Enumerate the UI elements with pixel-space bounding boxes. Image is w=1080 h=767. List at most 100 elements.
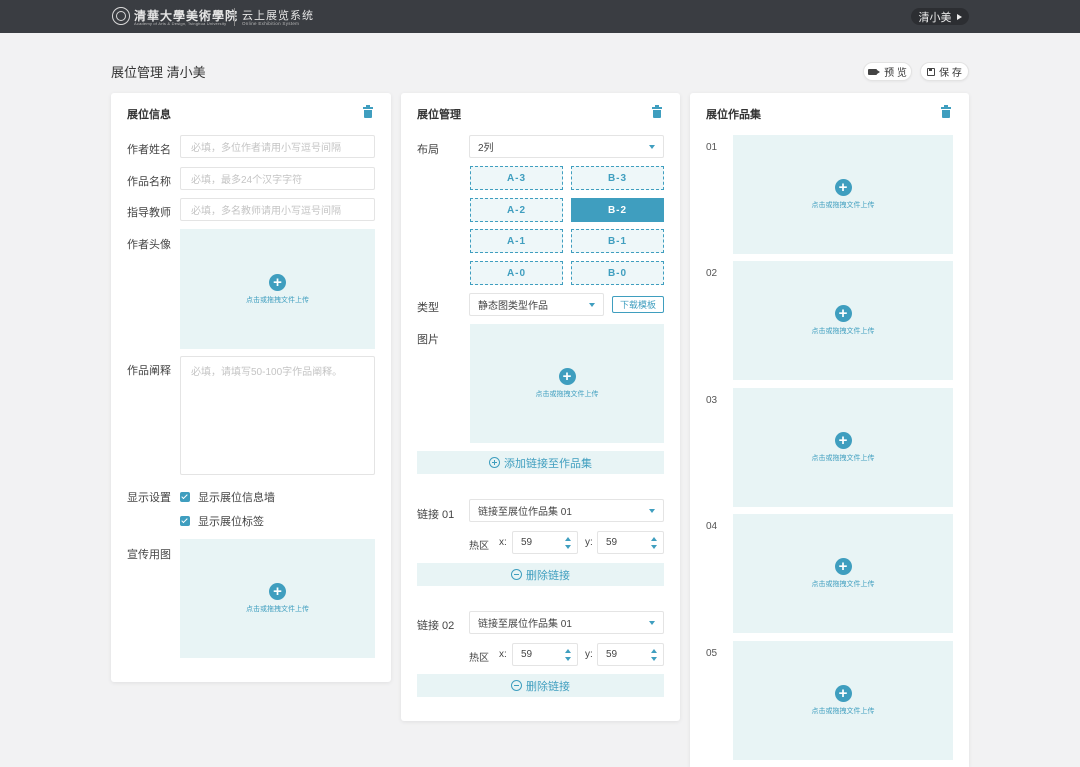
- upload-hint: 点击或拖拽文件上传: [246, 296, 309, 304]
- type-label: 类型: [417, 302, 439, 314]
- checkbox-checked-icon[interactable]: [180, 516, 190, 526]
- checkbox-checked-icon[interactable]: [180, 492, 190, 502]
- x-label: x:: [499, 537, 507, 548]
- save-button[interactable]: 保 存: [920, 62, 969, 81]
- display-info-wall-option[interactable]: 显示展位信息墙: [180, 489, 275, 505]
- university-seal-icon: [112, 7, 130, 25]
- link-01-delete-label: 删除链接: [526, 569, 570, 582]
- link-02-y-input[interactable]: 59: [597, 643, 664, 666]
- link-01-x-input[interactable]: 59: [512, 531, 578, 554]
- link-01-y-value: 59: [606, 537, 618, 548]
- upload-hint: 点击或拖拽文件上传: [246, 606, 309, 613]
- trash-icon[interactable]: [652, 105, 662, 118]
- promo-image-upload[interactable]: + 点击或拖拽文件上传: [180, 539, 375, 658]
- save-label: 保 存: [939, 68, 962, 79]
- plus-circle-icon: +: [558, 368, 576, 385]
- link-02-delete-button[interactable]: 删除链接: [417, 674, 664, 697]
- slot-a0[interactable]: A-0: [470, 261, 563, 285]
- caret-down-icon: [649, 144, 655, 149]
- description-textarea[interactable]: 必填，请填写50-100字作品阐释。: [180, 356, 375, 475]
- type-select[interactable]: 静态图类型作品: [469, 293, 604, 316]
- collection-index: 03: [706, 395, 718, 406]
- link-02-y-value: 59: [606, 649, 618, 660]
- author-input[interactable]: 必填，多位作者请用小写逗号间隔: [180, 135, 375, 158]
- slot-b3[interactable]: B-3: [571, 166, 664, 190]
- link-02-target-select[interactable]: 链接至展位作品集 01: [469, 611, 664, 634]
- spinner-arrows-icon[interactable]: [565, 649, 571, 661]
- trash-icon[interactable]: [363, 105, 373, 118]
- description-label: 作品阐释: [127, 365, 171, 377]
- minus-circle-icon: [511, 680, 522, 691]
- display-info-wall-label: 显示展位信息墙: [198, 492, 275, 504]
- avatar-upload[interactable]: + 点击或拖拽文件上传: [180, 229, 375, 349]
- caret-down-icon: [649, 620, 655, 625]
- collection-upload-02[interactable]: + 点击或拖拽文件上传: [733, 261, 953, 380]
- booth-manage-title: 展位管理: [417, 109, 461, 121]
- collection-title: 展位作品集: [706, 109, 761, 121]
- display-settings-label: 显示设置: [127, 492, 171, 504]
- advisor-label: 指导教师: [127, 207, 171, 219]
- collection-index: 02: [706, 268, 718, 279]
- promo-image-label: 宣传用图: [127, 549, 171, 561]
- type-value: 静态图类型作品: [478, 301, 548, 312]
- hotzone-label: 热区: [469, 653, 489, 664]
- link-01-target-select[interactable]: 链接至展位作品集 01: [469, 499, 664, 522]
- logo-divider: [234, 8, 235, 26]
- x-label: x:: [499, 649, 507, 660]
- image-upload[interactable]: + 点击或拖拽文件上传: [470, 324, 664, 443]
- plus-circle-icon: +: [834, 685, 852, 702]
- caret-down-icon: [589, 302, 595, 307]
- video-camera-icon: [868, 68, 881, 75]
- booth-manage-card: 展位管理 布局 2列 A-3 B-3 A-2 B-2 A-1 B-1 A-0 B…: [401, 93, 680, 721]
- collection-index: 04: [706, 521, 718, 532]
- plus-circle-icon: +: [834, 432, 852, 449]
- layout-select[interactable]: 2列: [469, 135, 664, 158]
- upload-hint: 点击或拖拽文件上传: [811, 708, 875, 715]
- link-02-x-input[interactable]: 59: [512, 643, 578, 666]
- spinner-arrows-icon[interactable]: [651, 537, 657, 549]
- top-bar: 清華大學美術學院 Academy of Arts & Design, Tsing…: [0, 0, 1080, 33]
- add-link-button[interactable]: 添加链接至作品集: [417, 451, 664, 474]
- download-template-button[interactable]: 下载模板: [612, 296, 664, 313]
- link-02-x-value: 59: [521, 649, 533, 660]
- link-01-y-input[interactable]: 59: [597, 531, 664, 554]
- display-tag-label: 显示展位标签: [198, 516, 264, 528]
- hotzone-label: 热区: [469, 541, 489, 552]
- layout-label: 布局: [417, 144, 439, 156]
- layout-value: 2列: [478, 143, 494, 154]
- caret-down-icon: [649, 508, 655, 513]
- add-link-label: 添加链接至作品集: [504, 457, 592, 470]
- slot-a3[interactable]: A-3: [470, 166, 563, 190]
- link-01-delete-button[interactable]: 删除链接: [417, 563, 664, 586]
- work-name-input[interactable]: 必填，最多24个汉字字符: [180, 167, 375, 190]
- link-01-target-value: 链接至展位作品集 01: [478, 507, 572, 518]
- collection-upload-04[interactable]: + 点击或拖拽文件上传: [733, 514, 953, 633]
- collection-upload-05[interactable]: + 点击或拖拽文件上传: [733, 641, 953, 760]
- link-01-label: 链接 01: [417, 509, 455, 521]
- spinner-arrows-icon[interactable]: [565, 537, 571, 549]
- spinner-arrows-icon[interactable]: [651, 649, 657, 661]
- preview-button[interactable]: 预 览: [863, 62, 912, 81]
- display-tag-option[interactable]: 显示展位标签: [180, 513, 264, 529]
- collection-index: 05: [706, 648, 718, 659]
- page-title: 展位管理 清小美: [111, 65, 206, 80]
- slot-a2[interactable]: A-2: [470, 198, 563, 222]
- plus-circle-icon: +: [834, 305, 852, 322]
- trash-icon[interactable]: [941, 105, 951, 118]
- slot-a1[interactable]: A-1: [470, 229, 563, 253]
- collection-upload-01[interactable]: + 点击或拖拽文件上传: [733, 135, 953, 254]
- upload-hint: 点击或拖拽文件上传: [811, 202, 875, 209]
- collection-upload-03[interactable]: + 点击或拖拽文件上传: [733, 388, 953, 507]
- user-menu-button[interactable]: 清小美: [911, 8, 969, 25]
- slot-b0[interactable]: B-0: [571, 261, 664, 285]
- slot-b2[interactable]: B-2: [571, 198, 664, 222]
- minus-circle-icon: [511, 569, 522, 580]
- y-label: y:: [585, 537, 593, 548]
- image-label: 图片: [417, 334, 439, 346]
- booth-info-title: 展位信息: [127, 109, 171, 121]
- advisor-input[interactable]: 必填，多名教师请用小写逗号间隔: [180, 198, 375, 221]
- plus-circle-icon: +: [269, 273, 286, 291]
- plus-circle-icon: +: [834, 179, 852, 196]
- y-label: y:: [585, 649, 593, 660]
- slot-b1[interactable]: B-1: [571, 229, 664, 253]
